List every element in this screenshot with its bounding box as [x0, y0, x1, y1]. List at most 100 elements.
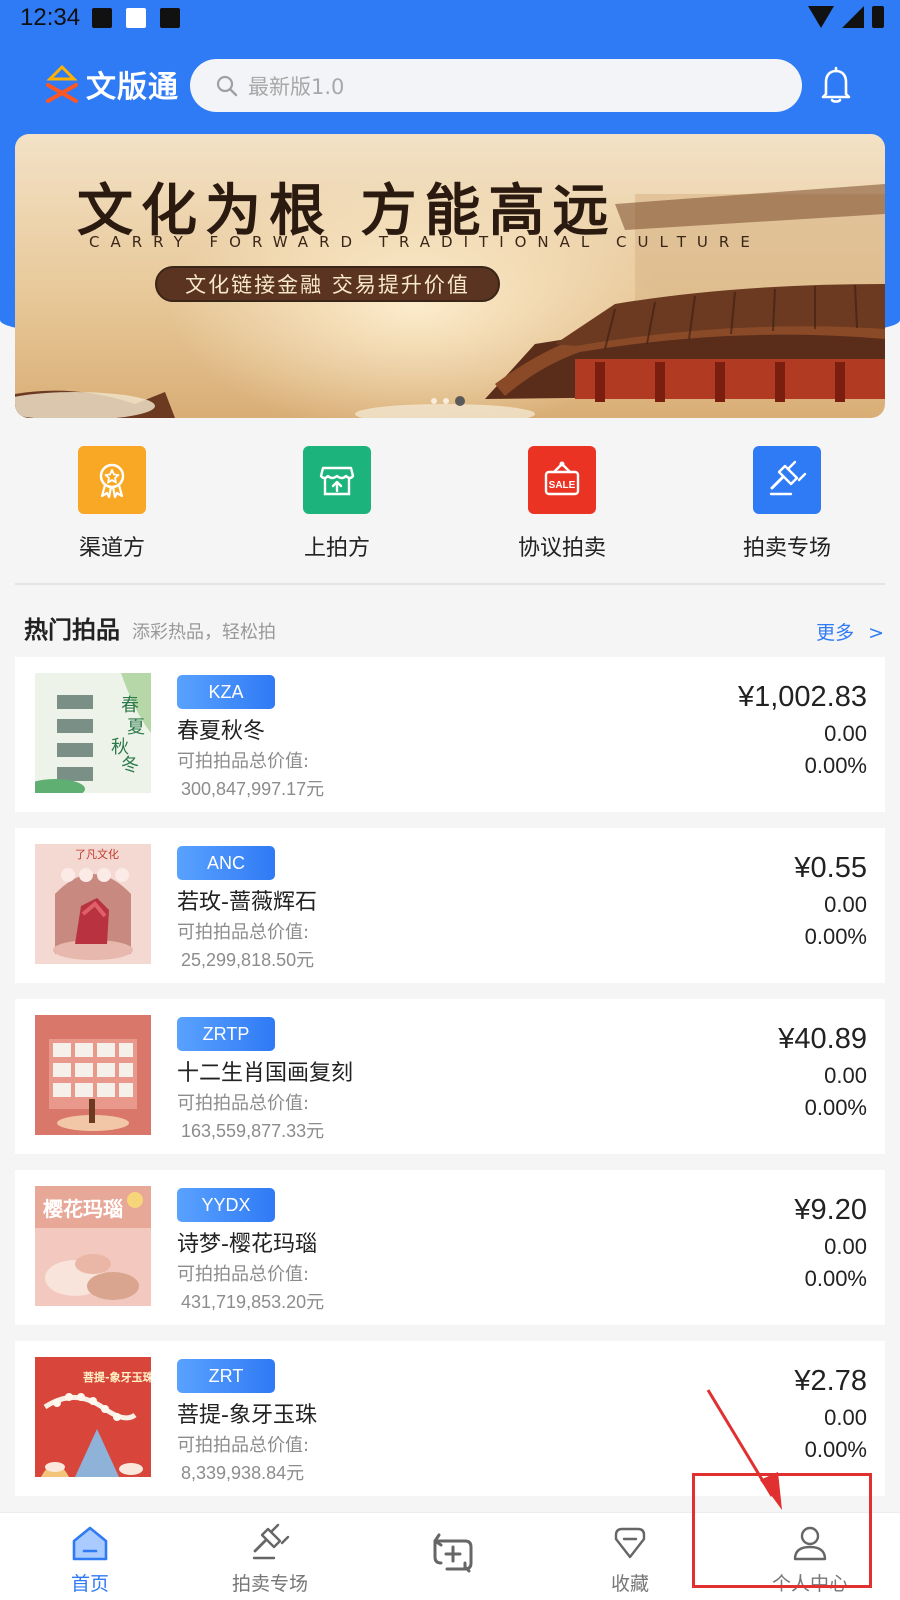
thumb-text-1: 春: [121, 695, 139, 716]
item-thumbnail: [35, 1015, 151, 1135]
home-icon: [72, 1526, 108, 1561]
pagination-dot[interactable]: [431, 398, 437, 404]
gavel-icon: [252, 1523, 290, 1560]
logo-text: 文版通: [86, 70, 179, 105]
battery-icon: [872, 6, 884, 28]
thumb-text-2: 夏: [127, 717, 145, 738]
item-percent: 0.00%: [804, 924, 867, 949]
quick-nav-label: 上拍方: [303, 536, 370, 561]
banner-tagline: 文化链接金融 交易提升价值: [185, 273, 470, 297]
item-name: 春夏秋冬: [177, 719, 266, 744]
tab-label: 首页: [70, 1573, 109, 1595]
thumb-title-text: 樱花玛瑙: [43, 1197, 123, 1221]
search-icon: [216, 75, 238, 96]
quick-nav-auction-special[interactable]: 拍卖专场: [697, 446, 877, 562]
section-subtitle: 添彩热品，轻松拍: [132, 622, 276, 643]
item-price: ¥40.89: [778, 1023, 867, 1055]
item-change: 0.00: [824, 1063, 867, 1088]
list-item[interactable]: 春 夏 秋 冬 KZA 春夏秋冬 可拍拍品总价值: 300,847,997.17…: [15, 657, 885, 812]
quick-nav-label: 渠道方: [78, 536, 145, 561]
search-placeholder: 最新版1.0: [248, 74, 345, 99]
annotation-highlight-box: [692, 1473, 872, 1588]
banner-pagination: [431, 396, 465, 406]
app-notification-icon: [160, 8, 180, 28]
logo-mark-icon: [46, 65, 78, 103]
item-percent: 0.00%: [804, 1095, 867, 1120]
quick-nav-agreement-auction[interactable]: SALE 协议拍卖: [472, 446, 652, 562]
item-price: ¥2.78: [794, 1365, 867, 1397]
item-code-badge: ZRTP: [177, 1017, 275, 1051]
item-change: 0.00: [824, 721, 867, 746]
more-label: 更多: [816, 622, 855, 644]
item-price: ¥9.20: [794, 1194, 867, 1226]
status-bar: 12:34: [0, 0, 900, 38]
banner-tagline-pill: 文化链接金融 交易提升价值: [155, 266, 500, 302]
pagination-dot-active[interactable]: [455, 396, 465, 406]
section-title: 热门拍品: [24, 616, 120, 644]
item-total-value: 25,299,818.50元: [181, 950, 315, 970]
item-total-label: 可拍拍品总价值:: [177, 922, 310, 943]
image-notification-icon: [92, 8, 112, 28]
blank-notification-icon: [126, 8, 146, 28]
add-swap-icon: [433, 1533, 473, 1573]
diamond-icon: [614, 1527, 646, 1559]
chevron-right-icon: >: [868, 622, 884, 644]
system-icons: [808, 6, 884, 28]
item-name: 十二生肖国画复刻: [177, 1061, 354, 1086]
svg-text:SALE: SALE: [549, 480, 576, 491]
quick-nav-channel[interactable]: 渠道方: [22, 446, 202, 562]
item-change: 0.00: [824, 892, 867, 917]
pagination-dot[interactable]: [443, 398, 449, 404]
gavel-icon: [753, 446, 821, 514]
list-item[interactable]: ZRTP 十二生肖国画复刻 可拍拍品总价值: 163,559,877.33元 ¥…: [15, 999, 885, 1154]
item-code-badge: ZRT: [177, 1359, 275, 1393]
status-time: 12:34: [20, 4, 81, 31]
thumb-title-text: 菩提-象牙玉珠: [83, 1370, 151, 1384]
section-divider: [15, 583, 885, 585]
item-total-value: 163,559,877.33元: [181, 1121, 325, 1141]
item-total-label: 可拍拍品总价值:: [177, 751, 310, 772]
app-header: 文版通 最新版1.0: [0, 52, 900, 112]
tab-label: 拍卖专场: [231, 1573, 308, 1595]
item-code-badge: KZA: [177, 675, 275, 709]
item-price: ¥1,002.83: [737, 681, 867, 713]
item-name: 菩提-象牙玉珠: [177, 1403, 317, 1428]
quick-nav-listing[interactable]: 上拍方: [247, 446, 427, 562]
thumb-text-4: 冬: [121, 755, 139, 776]
hot-items-header: 热门拍品 添彩热品，轻松拍 更多 >: [24, 610, 884, 650]
item-total-label: 可拍拍品总价值:: [177, 1264, 310, 1285]
item-percent: 0.00%: [804, 1266, 867, 1291]
shop-upload-icon: [303, 446, 371, 514]
tab-home[interactable]: 首页: [0, 1513, 180, 1600]
quick-nav-label: 拍卖专场: [742, 536, 831, 561]
award-icon: [78, 446, 146, 514]
list-item[interactable]: 了凡文化 ANC 若玫-蔷薇辉石 可拍拍品总价值: 25,299,818.50元…: [15, 828, 885, 983]
item-thumbnail: 菩提-象牙玉珠: [35, 1357, 151, 1477]
more-link[interactable]: 更多 >: [816, 618, 884, 645]
item-change: 0.00: [824, 1405, 867, 1430]
item-thumbnail: 了凡文化: [35, 844, 151, 964]
list-item[interactable]: 樱花玛瑙 YYDX 诗梦-樱花玛瑙 可拍拍品总价值: 431,719,853.2…: [15, 1170, 885, 1325]
item-code-badge: ANC: [177, 846, 275, 880]
item-change: 0.00: [824, 1234, 867, 1259]
thumb-brand-text: 了凡文化: [75, 847, 119, 861]
promo-banner[interactable]: 文化为根 方能高远 CARRY FORWARD TRADITIONAL CULT…: [15, 134, 885, 418]
item-percent: 0.00%: [804, 1437, 867, 1462]
item-total-value: 431,719,853.20元: [181, 1292, 325, 1312]
item-price: ¥0.55: [794, 852, 867, 884]
item-code-badge: YYDX: [177, 1188, 275, 1222]
item-percent: 0.00%: [804, 753, 867, 778]
item-name: 诗梦-樱花玛瑙: [177, 1232, 317, 1257]
bell-icon[interactable]: [818, 66, 854, 104]
search-bar[interactable]: 最新版1.0: [190, 59, 802, 112]
sale-tag-icon: SALE: [528, 446, 596, 514]
signal-icon: [842, 6, 864, 28]
item-thumbnail: 春 夏 秋 冬: [35, 673, 151, 793]
item-total-value: 300,847,997.17元: [181, 779, 325, 799]
quick-nav-label: 协议拍卖: [517, 536, 606, 561]
item-thumbnail: 樱花玛瑙: [35, 1186, 151, 1306]
tab-publish[interactable]: [360, 1513, 540, 1600]
notification-icons: [92, 8, 180, 28]
tab-auction-special[interactable]: 拍卖专场: [180, 1513, 360, 1600]
item-total-label: 可拍拍品总价值:: [177, 1093, 310, 1114]
